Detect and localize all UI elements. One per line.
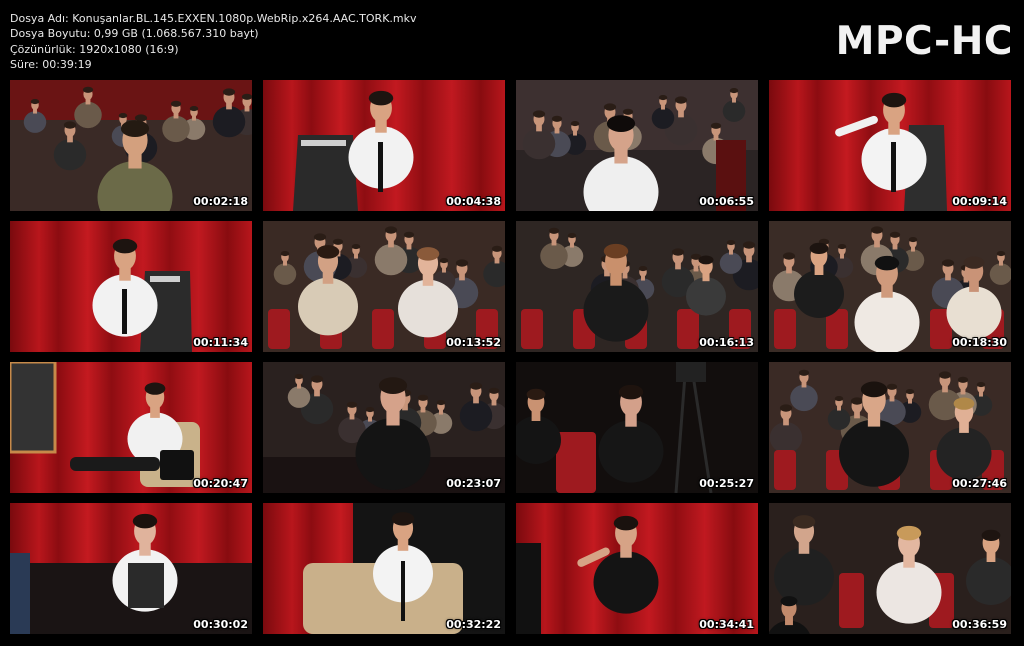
thumbnail-timestamp: 00:02:18 [193,195,248,208]
thumbnail-frame: 00:09:14 [769,80,1011,211]
thumbnail-image [263,503,505,634]
thumbnail-grid: 00:02:18 00:04:38 00:06:55 00:09:14 00:11:34… [0,0,1024,646]
thumbnail-timestamp: 00:25:27 [699,477,754,490]
thumbnail-timestamp: 00:34:41 [699,618,754,631]
thumbnail-frame: 00:32:22 [263,503,505,634]
thumbnail-image [516,362,758,493]
thumbnail-timestamp: 00:23:07 [446,477,501,490]
thumbnail-timestamp: 00:06:55 [699,195,754,208]
thumbnail-image [10,503,252,634]
thumbnail-frame: 00:27:46 [769,362,1011,493]
thumbnail-timestamp: 00:04:38 [446,195,501,208]
thumbnail-timestamp: 00:18:30 [952,336,1007,349]
thumbnail-timestamp: 00:13:52 [446,336,501,349]
thumbnail-frame: 00:36:59 [769,503,1011,634]
thumbnail-timestamp: 00:09:14 [952,195,1007,208]
thumbnail-frame: 00:34:41 [516,503,758,634]
thumbnail-timestamp: 00:27:46 [952,477,1007,490]
thumbnail-frame: 00:20:47 [10,362,252,493]
thumbnail-image [769,80,1011,211]
thumbnail-timestamp: 00:32:22 [446,618,501,631]
thumbnail-image [769,362,1011,493]
thumbnail-frame: 00:18:30 [769,221,1011,352]
thumbnail-image [769,503,1011,634]
thumbnail-frame: 00:30:02 [10,503,252,634]
thumbnail-image [516,80,758,211]
thumbnail-frame: 00:13:52 [263,221,505,352]
thumbnail-image [263,221,505,352]
thumbnail-timestamp: 00:11:34 [193,336,248,349]
thumbnail-image [263,80,505,211]
thumbnail-image [769,221,1011,352]
thumbnail-timestamp: 00:30:02 [193,618,248,631]
thumbnail-image [263,362,505,493]
thumbnail-image [516,221,758,352]
thumbnail-image [10,362,252,493]
thumbnail-image [516,503,758,634]
thumbnail-timestamp: 00:16:13 [699,336,754,349]
thumbnail-frame: 00:16:13 [516,221,758,352]
thumbnail-timestamp: 00:36:59 [952,618,1007,631]
thumbnail-image [10,221,252,352]
thumbnail-image [10,80,252,211]
thumbnail-frame: 00:06:55 [516,80,758,211]
thumbnail-frame: 00:25:27 [516,362,758,493]
thumbnail-frame: 00:11:34 [10,221,252,352]
thumbnail-frame: 00:04:38 [263,80,505,211]
thumbnail-timestamp: 00:20:47 [193,477,248,490]
thumbnail-frame: 00:02:18 [10,80,252,211]
thumbnail-frame: 00:23:07 [263,362,505,493]
